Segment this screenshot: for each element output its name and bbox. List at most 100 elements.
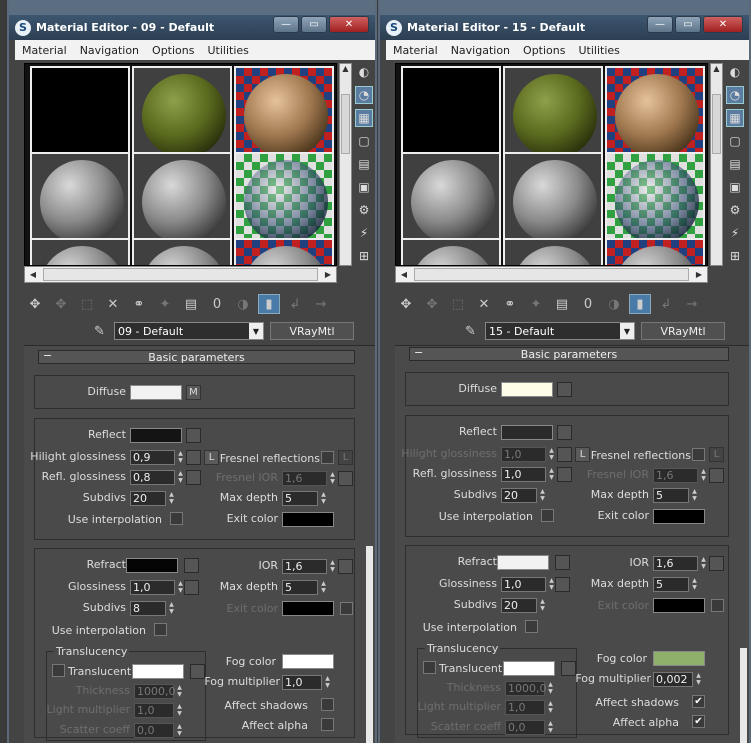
panel-scrollbar[interactable]	[740, 648, 747, 743]
eyedropper-icon[interactable]: ✎	[94, 324, 114, 339]
spinner-arrows-icon[interactable]: ▲ ▼	[538, 598, 547, 613]
scroll-up-icon[interactable]: ▲	[711, 64, 722, 77]
refraction-subdivs-spinner[interactable]: 8	[130, 601, 166, 616]
fresnel-ior-spinner[interactable]: 1,6	[653, 468, 698, 483]
refraction-exit-color-swatch[interactable]	[282, 601, 334, 616]
eyedropper-icon[interactable]: ✎	[465, 324, 485, 339]
backlight-icon[interactable]: ◔	[726, 86, 744, 104]
reset-map-icon[interactable]: ✕	[102, 294, 124, 314]
spinner-arrows-icon[interactable]: ▲ ▼	[699, 556, 708, 571]
go-to-parent-icon[interactable]: ↲	[655, 294, 677, 314]
max-depth-spinner[interactable]: 5	[653, 488, 689, 503]
spinner-arrows-icon[interactable]: ▲ ▼	[547, 447, 556, 462]
refraction-exit-color-swatch[interactable]	[653, 598, 705, 613]
scroll-thumb[interactable]	[43, 268, 318, 281]
menu-item-navigation[interactable]: Navigation	[451, 44, 510, 57]
hilight-glossiness-spinner[interactable]: 0,9	[130, 450, 175, 465]
spinner-arrows-icon[interactable]: ▲ ▼	[319, 491, 328, 506]
chevron-down-icon[interactable]: ▼	[620, 323, 634, 339]
scroll-thumb[interactable]	[414, 268, 689, 281]
spinner-arrows-icon[interactable]: ▲ ▼	[328, 471, 337, 486]
reflect-color-swatch[interactable]	[501, 425, 553, 440]
background-icon[interactable]: ▦	[726, 109, 744, 127]
show-map-icon[interactable]: ◑	[232, 294, 254, 314]
scatter-coeff-spinner[interactable]: 0,0	[134, 723, 174, 738]
refract-color-swatch[interactable]	[497, 555, 549, 570]
hilight-glossiness-spinner[interactable]: 1,0	[501, 447, 546, 462]
scroll-up-icon[interactable]: ▲	[340, 64, 351, 77]
fog-color-swatch[interactable]	[282, 654, 334, 669]
subdivs-spinner[interactable]: 20	[501, 488, 537, 503]
get-material-icon[interactable]: ✥	[24, 294, 46, 314]
sample-slot[interactable]	[503, 66, 603, 159]
put-to-library-icon[interactable]: ▤	[180, 294, 202, 314]
sample-slot[interactable]	[503, 238, 603, 265]
go-forward-sibling-icon[interactable]: →	[681, 294, 703, 314]
assign-material-icon[interactable]: ⬚	[76, 294, 98, 314]
menu-item-material[interactable]: Material	[22, 44, 67, 57]
refraction-use-interpolation-checkbox[interactable]	[525, 620, 538, 633]
refract-color-swatch[interactable]	[126, 558, 178, 573]
make-unique-icon[interactable]: ✦	[154, 294, 176, 314]
scroll-left-icon[interactable]: ◀	[25, 267, 41, 282]
fresnel-reflections-checkbox[interactable]	[321, 451, 334, 464]
fresnel-lock-button[interactable]: L	[709, 447, 724, 462]
material-type-button[interactable]: VRayMtl	[641, 322, 725, 340]
slots-horizontal-scrollbar[interactable]: ◀ ▶	[395, 266, 708, 283]
translucent-color-swatch[interactable]	[132, 664, 184, 679]
assign-material-icon[interactable]: ⬚	[447, 294, 469, 314]
go-to-parent-icon[interactable]: ↲	[284, 294, 306, 314]
spinner-arrows-icon[interactable]: ▲ ▼	[328, 559, 337, 574]
scroll-thumb[interactable]	[712, 94, 721, 154]
glossiness-map-button[interactable]	[555, 577, 570, 592]
menu-item-utilities[interactable]: Utilities	[207, 44, 248, 57]
sample-slot[interactable]	[132, 238, 232, 265]
spinner-arrows-icon[interactable]: ▲ ▼	[546, 700, 555, 715]
show-end-result-icon[interactable]: ▮	[258, 294, 280, 314]
options-icon[interactable]: ⚙	[726, 201, 744, 219]
spinner-arrows-icon[interactable]: ▲ ▼	[176, 470, 185, 485]
use-interpolation-checkbox[interactable]	[170, 512, 183, 525]
refraction-max-depth-spinner[interactable]: 5	[282, 580, 318, 595]
spinner-arrows-icon[interactable]: ▲ ▼	[167, 601, 176, 616]
spinner-arrows-icon[interactable]: ▲ ▼	[690, 577, 699, 592]
fresnel-ior-map-button[interactable]	[338, 471, 353, 486]
fresnel-ior-spinner[interactable]: 1,6	[282, 471, 327, 486]
put-to-library-icon[interactable]: ▤	[551, 294, 573, 314]
show-end-result-icon[interactable]: ▮	[629, 294, 651, 314]
chevron-down-icon[interactable]: ▼	[249, 323, 263, 339]
video-check-icon[interactable]: ▤	[726, 155, 744, 173]
translucent-color-swatch[interactable]	[503, 661, 555, 676]
refraction-max-depth-spinner[interactable]: 5	[653, 577, 689, 592]
refraction-exit-color-checkbox[interactable]	[711, 599, 724, 612]
affect-shadows-checkbox[interactable]	[321, 698, 334, 711]
scroll-right-icon[interactable]: ▶	[320, 267, 336, 282]
title-bar[interactable]: S Material Editor - 09 - Default — ▭ ✕	[9, 15, 375, 40]
sample-slot[interactable]	[605, 152, 705, 245]
translucent-map-button[interactable]	[561, 661, 576, 676]
material-effects-channel-icon[interactable]: 0	[577, 294, 599, 314]
light-multiplier-spinner[interactable]: 1,0	[505, 700, 545, 715]
diffuse-map-button[interactable]: M	[186, 385, 201, 400]
exit-color-swatch[interactable]	[282, 512, 334, 527]
spinner-arrows-icon[interactable]: ▲ ▼	[175, 723, 184, 738]
get-material-icon[interactable]: ✥	[395, 294, 417, 314]
scroll-right-icon[interactable]: ▶	[691, 267, 707, 282]
sample-slot[interactable]	[401, 238, 501, 265]
spinner-arrows-icon[interactable]: ▲ ▼	[176, 450, 185, 465]
spinner-arrows-icon[interactable]: ▲ ▼	[547, 467, 556, 482]
slots-vertical-scrollbar[interactable]: ▲	[710, 63, 723, 266]
spinner-arrows-icon[interactable]: ▲ ▼	[319, 580, 328, 595]
fog-multiplier-spinner[interactable]: 1,0	[282, 675, 322, 690]
sample-slot[interactable]	[605, 238, 705, 265]
light-multiplier-spinner[interactable]: 1,0	[134, 703, 174, 718]
make-preview-icon[interactable]: ▣	[355, 178, 373, 196]
menu-item-utilities[interactable]: Utilities	[578, 44, 619, 57]
material-name-field[interactable]: 09 - Default ▼	[114, 322, 264, 340]
material-map-navigator-icon[interactable]: ⊞	[726, 247, 744, 265]
reflect-color-swatch[interactable]	[130, 428, 182, 443]
fresnel-reflections-checkbox[interactable]	[692, 448, 705, 461]
use-interpolation-checkbox[interactable]	[541, 509, 554, 522]
sample-type-icon[interactable]: ◐	[726, 63, 744, 81]
make-unique-icon[interactable]: ✦	[525, 294, 547, 314]
